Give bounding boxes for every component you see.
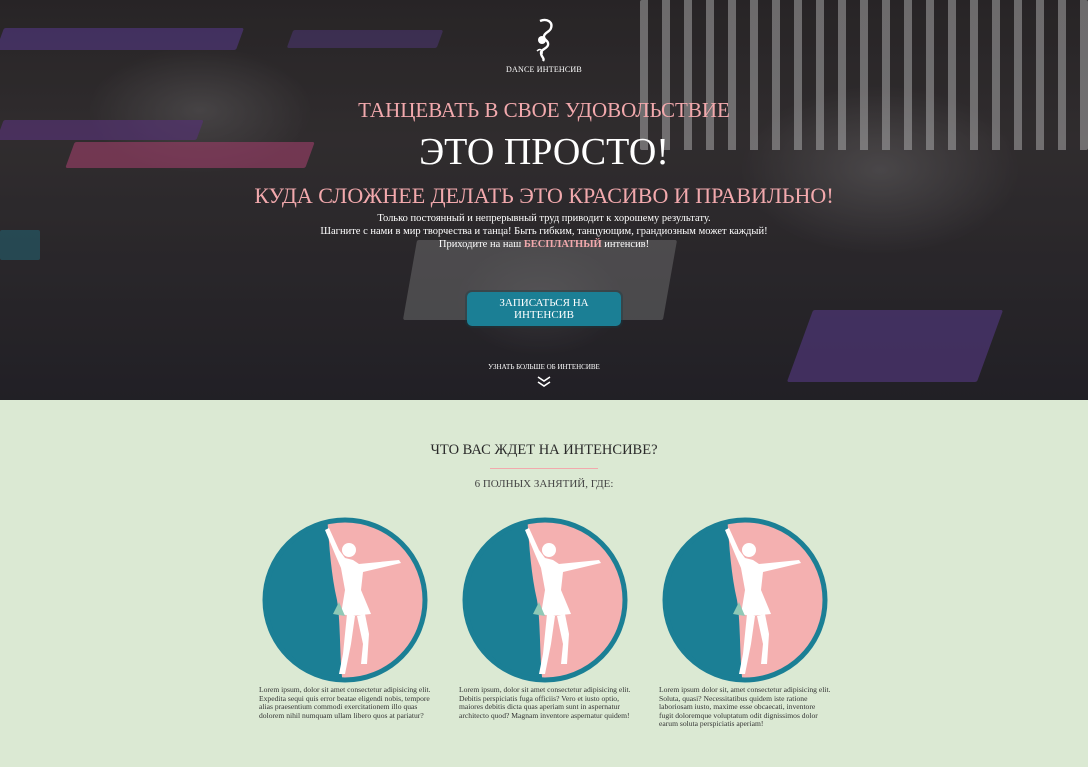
desc-line-3: Приходите на наш БЕСПЛАТНЫЙ интенсив! (0, 238, 1088, 251)
feature-card: Lorem ipsum dolor sit, amet consectetur … (659, 514, 831, 729)
features-subtitle: 6 ПОЛНЫХ ЗАНЯТИЙ, ГДЕ: (474, 478, 614, 490)
dancer-head-logo-icon (536, 18, 553, 62)
features-section: ЧТО ВАС ЖДЕТ НА ИНТЕНСИВЕ? 6 ПОЛНЫХ ЗАНЯ… (0, 400, 1088, 767)
title-divider (490, 468, 598, 469)
feature-card: Lorem ipsum, dolor sit amet consectetur … (259, 514, 431, 720)
signup-button[interactable]: ЗАПИСАТЬСЯ НА ИНТЕНСИВ (467, 292, 621, 326)
feature-card: Lorem ipsum, dolor sit amet consectetur … (459, 514, 631, 720)
ballerina-circle-icon (462, 517, 628, 683)
free-highlight: БЕСПЛАТНЫЙ (523, 239, 602, 250)
hero-description: Только постоянный и непрерывный труд при… (0, 212, 1088, 251)
ballerina-circle-icon (262, 517, 428, 683)
headline-1: ТАНЦЕВАТЬ В СВОЕ УДОВОЛЬСТВИЕ (358, 98, 730, 122)
desc-line-3-post: интенсив! (601, 239, 650, 250)
logo-text: DANCE ИНТЕНСИВ (506, 65, 582, 74)
logo[interactable]: DANCE ИНТЕНСИВ (0, 18, 1088, 74)
features-title: ЧТО ВАС ЖДЕТ НА ИНТЕНСИВЕ? (430, 442, 658, 458)
feature-card-text: Lorem ipsum, dolor sit amet consectetur … (259, 685, 431, 720)
headline-3: КУДА СЛОЖНЕЕ ДЕЛАТЬ ЭТО КРАСИВО И ПРАВИЛ… (254, 183, 834, 208)
desc-line-3-pre: Приходите на наш (438, 239, 524, 250)
feature-card-text: Lorem ipsum dolor sit, amet consectetur … (659, 685, 831, 729)
headline-2: ЭТО ПРОСТО! (419, 131, 669, 173)
ballerina-circle-icon (662, 517, 828, 683)
double-chevron-down-icon[interactable] (536, 376, 552, 388)
hero-section: DANCE ИНТЕНСИВ ТАНЦЕВАТЬ В СВОЕ УДОВОЛЬС… (0, 0, 1088, 400)
desc-line-2: Шагните с нами в мир творчества и танца!… (320, 226, 768, 237)
learn-more-link[interactable]: УЗНАТЬ БОЛЬШЕ ОБ ИНТЕНСИВЕ (0, 363, 1088, 371)
desc-line-1: Только постоянный и непрерывный труд при… (377, 213, 711, 224)
feature-card-text: Lorem ipsum, dolor sit amet consectetur … (459, 685, 631, 720)
